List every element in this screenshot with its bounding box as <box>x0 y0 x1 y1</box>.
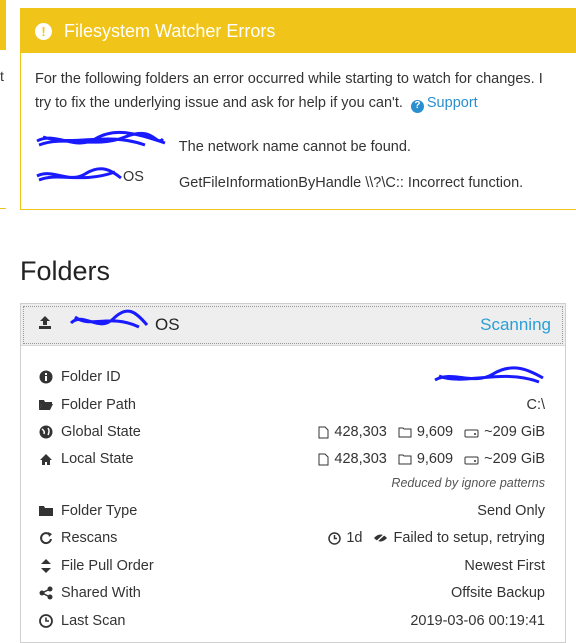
rescan-interval: 1d <box>346 530 363 546</box>
row-label: Folder ID <box>61 369 121 385</box>
warning-message-line-2: try to fix the underlying issue and ask … <box>35 91 576 115</box>
eye-slash-icon <box>373 532 390 544</box>
filesystem-watcher-errors-panel: ! Filesystem Watcher Errors For the foll… <box>20 8 576 210</box>
shared-with-row: Shared With Offsite Backup <box>39 582 545 604</box>
folder-label: OS <box>69 309 183 335</box>
row-label: Shared With <box>61 585 141 601</box>
clock-icon <box>328 531 343 545</box>
globe-icon <box>39 425 53 439</box>
size-value: ~209 GiB <box>484 451 545 467</box>
row-label: File Pull Order <box>61 558 154 574</box>
upload-icon <box>37 314 53 335</box>
warning-message-text: try to fix the underlying issue and ask … <box>35 95 403 111</box>
hdd-icon <box>464 427 481 438</box>
folder-type-row: Folder Type Send Only <box>39 500 545 522</box>
folder-path-value: C:\ <box>526 397 545 413</box>
folder-icon <box>398 426 414 438</box>
rescans-row: Rescans 1d Failed to setup, retrying <box>39 527 545 549</box>
row-label: Local State <box>61 451 134 467</box>
rescans-value: 1d Failed to setup, retrying <box>328 530 545 546</box>
redacted-folder-name <box>35 130 175 151</box>
row-label: Folder Path <box>61 397 136 413</box>
refresh-icon <box>39 531 53 545</box>
exclamation-icon: ! <box>35 22 52 40</box>
folder-panel-header[interactable]: OS Scanning <box>21 304 565 346</box>
ignore-patterns-note: Reduced by ignore patterns <box>391 476 545 490</box>
file-pull-order-value: Newest First <box>464 558 545 574</box>
watch-error-row: OS GetFileInformationByHandle \\?\C:: In… <box>35 167 524 191</box>
panel-header: ! Filesystem Watcher Errors <box>21 9 576 53</box>
file-icon <box>318 426 331 439</box>
size-value: ~209 GiB <box>484 424 545 440</box>
warning-message-line-1: For the following folders an error occur… <box>35 71 543 87</box>
panel-body: For the following folders an error occur… <box>21 53 576 115</box>
folder-open-icon <box>39 398 53 412</box>
shared-with-value: Offsite Backup <box>450 585 545 601</box>
question-circle-icon: ? <box>410 99 424 113</box>
file-icon <box>318 453 331 466</box>
dir-count: 9,609 <box>416 451 454 467</box>
local-state-row: Local State 428,303 9,609 ~209 GiB <box>39 448 545 470</box>
folder-icon <box>398 453 414 465</box>
global-state-value: 428,303 9,609 ~209 GiB <box>318 424 545 440</box>
watch-error-message: GetFileInformationByHandle \\?\C:: Incor… <box>179 175 524 191</box>
folder-name-suffix: OS <box>123 169 144 185</box>
redacted-folder-name: OS <box>35 167 175 187</box>
redaction-scribble <box>36 130 166 147</box>
global-state-row: Global State 428,303 9,609 ~209 GiB <box>39 421 545 443</box>
redaction-scribble <box>69 309 149 328</box>
file-count: 428,303 <box>334 424 387 440</box>
last-scan-row: Last Scan 2019-03-06 00:19:41 <box>39 610 545 632</box>
sort-icon <box>39 559 53 573</box>
watch-error-message: The network name cannot be found. <box>178 139 411 155</box>
redaction-scribble <box>36 167 122 182</box>
panel-title: Filesystem Watcher Errors <box>64 20 276 41</box>
adjacent-panel-edge <box>0 0 6 50</box>
share-alt-icon <box>39 586 53 600</box>
local-state-value: 428,303 9,609 ~209 GiB <box>318 451 545 467</box>
folder-label-suffix: OS <box>155 314 180 334</box>
redacted-folder-id <box>433 366 545 388</box>
adjacent-panel-text-fragment: t <box>0 68 4 84</box>
home-icon <box>39 452 53 466</box>
row-label: Folder Type <box>61 503 138 519</box>
row-label: Last Scan <box>61 613 126 629</box>
folders-heading: Folders <box>20 256 111 286</box>
folder-status: Scanning <box>480 314 551 334</box>
file-count: 428,303 <box>334 451 387 467</box>
folder-id-row: Folder ID <box>39 366 545 388</box>
support-link[interactable]: Support <box>427 95 478 111</box>
folder-type-value: Send Only <box>477 503 545 519</box>
adjacent-panel-border <box>0 208 6 209</box>
redaction-scribble <box>434 366 544 384</box>
last-scan-value: 2019-03-06 00:19:41 <box>410 613 545 629</box>
clock-icon <box>39 614 53 628</box>
watch-status: Failed to setup, retrying <box>393 530 545 546</box>
folder-icon <box>39 504 53 518</box>
file-pull-order-row: File Pull Order Newest First <box>39 555 545 577</box>
folder-path-row: Folder Path C:\ <box>39 394 545 416</box>
row-label: Global State <box>61 424 141 440</box>
row-label: Rescans <box>61 530 118 546</box>
info-circle-icon <box>39 370 53 384</box>
folder-panel: OS Scanning Folder ID Folder Path C:\ Gl… <box>20 303 566 643</box>
watch-error-row: The network name cannot be found. <box>35 130 411 155</box>
hdd-icon <box>464 454 481 465</box>
dir-count: 9,609 <box>416 424 454 440</box>
